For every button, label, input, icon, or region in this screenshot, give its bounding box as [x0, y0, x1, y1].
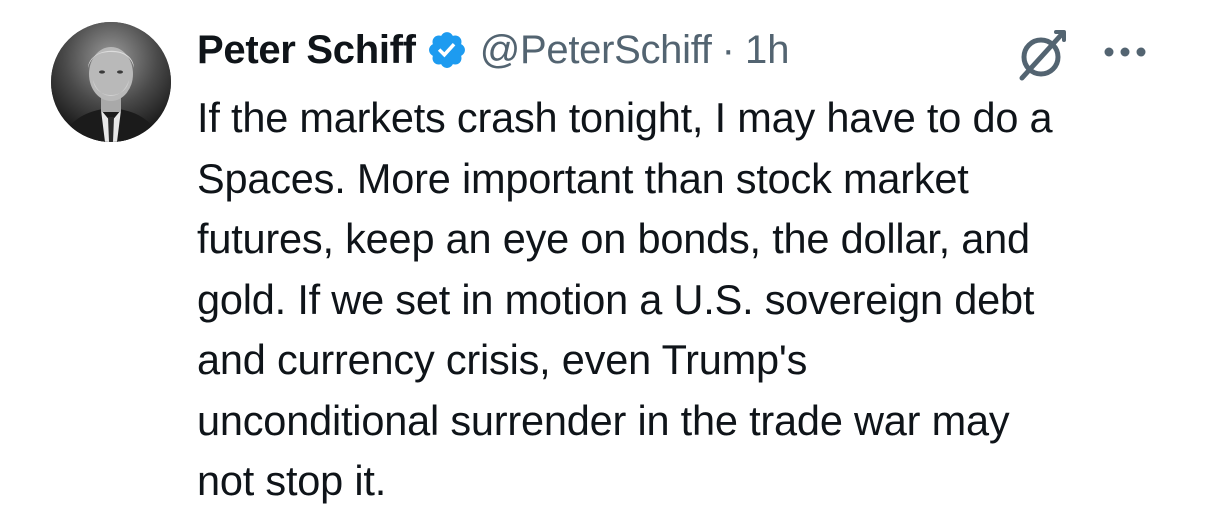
- tweet-text-line: and currency crisis, even Trump's: [197, 336, 808, 383]
- author-avatar[interactable]: [51, 22, 171, 142]
- tweet-text-line: gold. If we set in motion a U.S. soverei…: [197, 275, 1035, 323]
- tweet-text-line: unconditional surrender in the trade war…: [197, 396, 1010, 444]
- tweet-header: Peter Schiff @PeterSchiff · 1h: [197, 22, 789, 78]
- tweet[interactable]: Peter Schiff @PeterSchiff · 1h If the ma…: [0, 0, 1206, 504]
- author-name[interactable]: Peter Schiff: [197, 28, 416, 73]
- tweet-text-line: Spaces. More important than stock market: [197, 154, 969, 202]
- tweet-text-line: futures, keep an eye on bonds, the dolla…: [197, 215, 1030, 262]
- separator-dot: ·: [721, 27, 735, 72]
- author-handle[interactable]: @PeterSchiff: [480, 28, 712, 73]
- more-options-icon[interactable]: [1100, 40, 1150, 64]
- verified-badge-icon[interactable]: [426, 29, 468, 71]
- tweet-text-line: If the markets crash tonight, I may have…: [197, 94, 1053, 141]
- tweet-text: If the markets crash tonight, I may have…: [197, 88, 1187, 512]
- grok-icon[interactable]: [1012, 26, 1070, 84]
- timestamp[interactable]: 1h: [745, 28, 790, 73]
- tweet-text-line: not stop it.: [197, 457, 387, 504]
- avatar-photo-icon: [51, 22, 171, 142]
